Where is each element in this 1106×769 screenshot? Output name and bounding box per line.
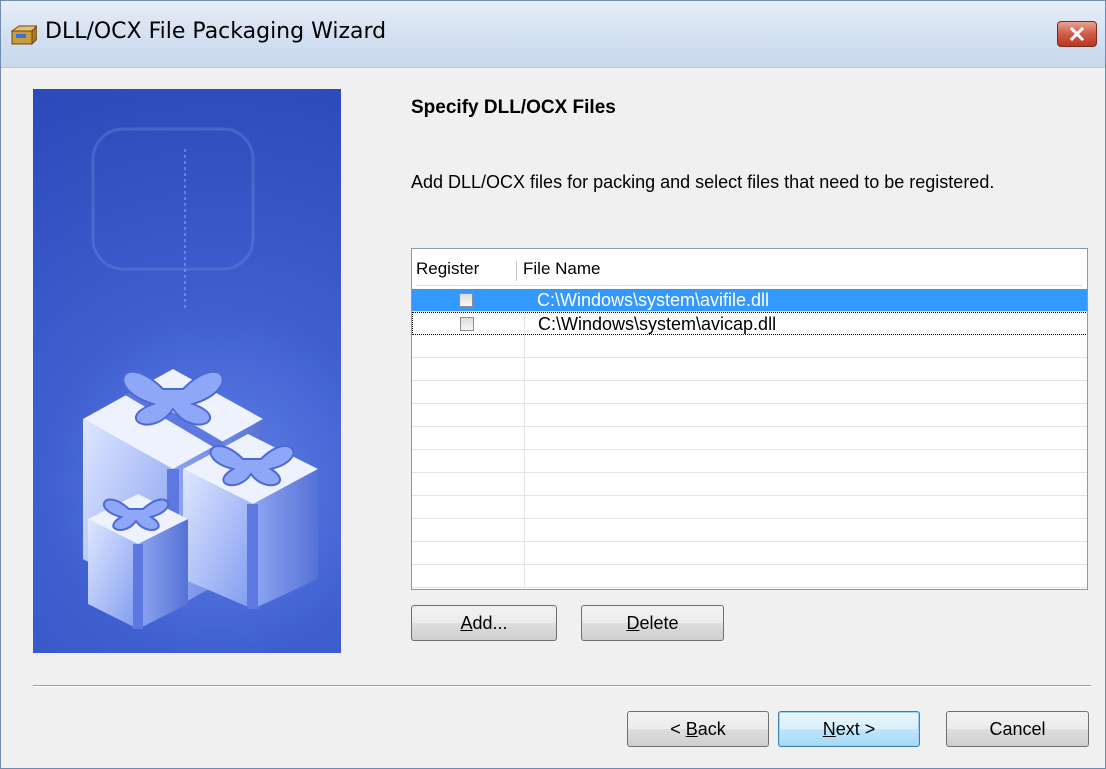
header-divider: [416, 285, 1082, 286]
empty-row: [412, 542, 1087, 565]
column-header-file-name[interactable]: File Name: [523, 259, 600, 279]
register-checkbox[interactable]: [459, 293, 473, 307]
table-row[interactable]: C:\Windows\system\avicap.dll: [412, 312, 1087, 335]
empty-row: [412, 335, 1087, 358]
back-prefix: <: [670, 718, 686, 739]
delete-mnemonic: D: [626, 612, 640, 633]
back-label: ack: [697, 718, 726, 739]
empty-row: [412, 450, 1087, 473]
list-header: Register File Name: [412, 255, 1084, 286]
back-button[interactable]: < Back: [627, 711, 769, 747]
close-button[interactable]: [1057, 21, 1097, 47]
title-bar[interactable]: DLL/OCX File Packaging Wizard: [1, 1, 1105, 68]
empty-row: [412, 473, 1087, 496]
column-separator[interactable]: [516, 261, 517, 281]
close-icon: [1069, 27, 1085, 41]
cancel-label: Cancel: [989, 718, 1046, 739]
empty-row: [412, 519, 1087, 542]
cancel-button[interactable]: Cancel: [946, 711, 1089, 747]
page-description: Add DLL/OCX files for packing and select…: [411, 172, 995, 192]
empty-row: [412, 565, 1087, 588]
next-mnemonic: N: [822, 718, 836, 739]
file-name-cell: C:\Windows\system\avicap.dll: [538, 314, 777, 334]
back-mnemonic: B: [685, 718, 698, 739]
page-heading: Specify DLL/OCX Files: [411, 97, 616, 118]
gift-boxes-illustration: [83, 127, 318, 629]
file-name-cell: C:\Windows\system\avifile.dll: [537, 290, 770, 310]
empty-row: [412, 427, 1087, 450]
wizard-window: DLL/OCX File Packaging Wizard Specify DL…: [0, 0, 1106, 769]
dll-file-list[interactable]: Register File Name C:\Windows\system\avi…: [411, 248, 1088, 590]
delete-label: elete: [639, 612, 679, 633]
empty-row: [412, 358, 1087, 381]
window-title: DLL/OCX File Packaging Wizard: [45, 19, 387, 44]
next-button[interactable]: Next >: [778, 711, 920, 747]
delete-button[interactable]: Delete: [581, 605, 724, 641]
empty-row: [412, 381, 1087, 404]
package-icon: [11, 25, 37, 45]
empty-row: [412, 496, 1087, 519]
add-label: dd...: [472, 612, 508, 633]
add-button[interactable]: Add...: [411, 605, 557, 641]
next-label: ext >: [835, 718, 876, 739]
empty-row: [412, 404, 1087, 427]
table-row[interactable]: C:\Windows\system\avifile.dll: [412, 289, 1087, 312]
register-checkbox[interactable]: [460, 317, 474, 331]
column-header-register[interactable]: Register: [416, 259, 479, 279]
wizard-banner-image: [33, 89, 341, 653]
add-mnemonic: A: [460, 612, 473, 633]
footer-separator: [33, 685, 1091, 687]
